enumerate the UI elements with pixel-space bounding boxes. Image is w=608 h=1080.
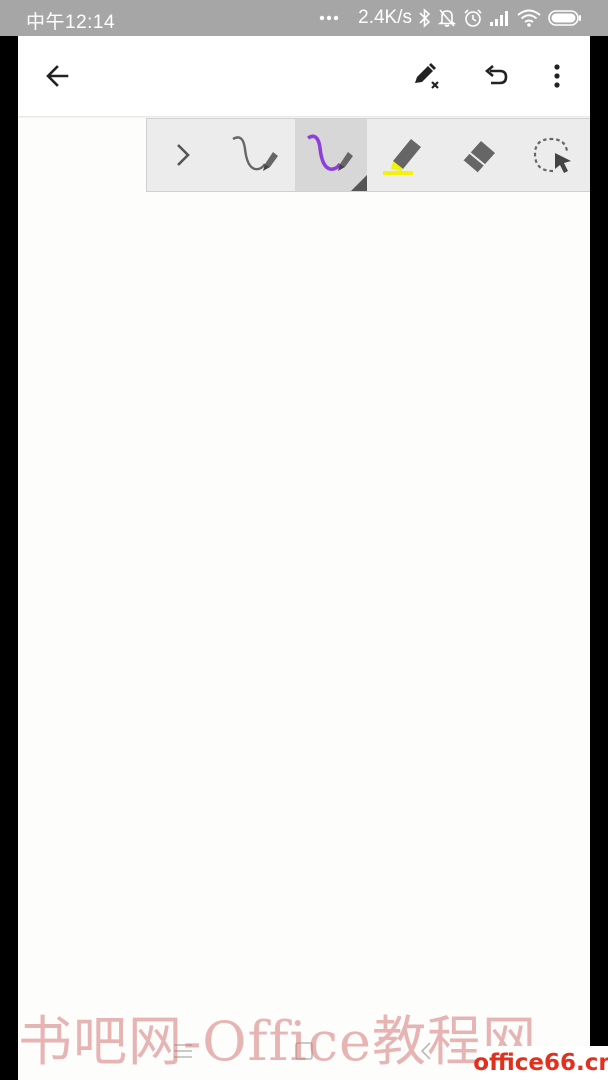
marker-tool[interactable] — [295, 119, 367, 191]
eraser-tool[interactable] — [443, 119, 515, 191]
signal-icon — [490, 10, 510, 26]
more-dots-icon — [319, 15, 339, 21]
clear-ink-button[interactable] — [406, 56, 446, 96]
watermark-badge: office66.cn — [473, 1046, 608, 1080]
undo-button[interactable] — [476, 56, 516, 96]
network-speed: 2.4K/s — [358, 7, 412, 28]
alarm-icon — [463, 8, 483, 28]
pen-clear-icon — [415, 63, 439, 89]
drawing-canvas[interactable] — [18, 118, 590, 1080]
back-arrow-icon — [46, 65, 69, 87]
more-options-button[interactable] — [537, 56, 577, 96]
collapse-tools-button[interactable] — [147, 119, 219, 191]
bluetooth-icon — [419, 8, 431, 28]
undo-icon — [484, 65, 508, 85]
more-vert-icon — [554, 64, 560, 88]
phone-screen: 中午12:14 2.4K/s 书吧网-Office教程网 office66.cn — [0, 0, 608, 1080]
muted-bell-icon — [438, 8, 456, 28]
status-icons: 2.4K/s — [319, 5, 582, 31]
highlighter-icon — [383, 139, 421, 175]
eraser-icon — [462, 141, 495, 174]
drawing-tools-strip — [146, 118, 590, 192]
watermark-site: office66.cn — [473, 1050, 608, 1076]
status-bar: 中午12:14 2.4K/s — [0, 0, 608, 36]
watermark-text: 书吧网-Office教程网 — [18, 1010, 537, 1073]
pen-tool[interactable] — [221, 119, 293, 191]
marker-icon — [307, 134, 353, 171]
tool-options-corner[interactable] — [351, 175, 367, 191]
pen-icon — [232, 136, 278, 171]
lasso-select-tool[interactable] — [517, 119, 589, 191]
status-time: 中午12:14 — [26, 12, 116, 33]
back-button[interactable] — [38, 56, 78, 96]
chevron-right-icon — [177, 144, 190, 166]
app-toolbar — [18, 36, 590, 116]
wifi-icon — [517, 9, 541, 27]
battery-icon — [548, 9, 582, 27]
lasso-select-icon — [533, 137, 571, 173]
note-app — [18, 36, 590, 1080]
highlighter-tool[interactable] — [369, 119, 441, 191]
